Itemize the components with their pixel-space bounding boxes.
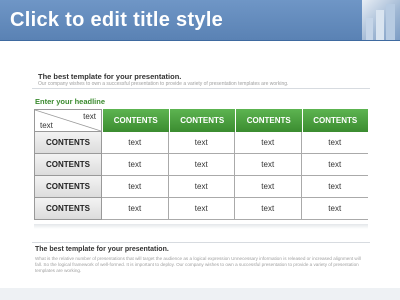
intro-text: Our company wishes to own a successful p… — [38, 81, 289, 87]
table-cell: text — [102, 198, 169, 220]
table-headline: Enter your headline — [35, 97, 106, 106]
column-header: CONTENTS — [235, 109, 302, 132]
table-cell: text — [102, 132, 169, 154]
row-header: CONTENTS — [34, 154, 102, 176]
title-divider — [0, 40, 400, 41]
row-header: CONTENTS — [34, 132, 102, 154]
table-cell: text — [235, 198, 302, 220]
table-cell: text — [301, 198, 368, 220]
table-corner-cell: text text — [34, 109, 102, 132]
footer-divider — [32, 242, 370, 243]
contents-table: text text CONTENTS CONTENTS CONTENTS CON… — [34, 109, 368, 220]
intro-divider — [32, 88, 370, 89]
table-cell: text — [168, 132, 235, 154]
table-cell: text — [168, 154, 235, 176]
footer-text: What is the relative number of presentat… — [35, 256, 361, 273]
table-cell: text — [235, 132, 302, 154]
corner-label-bottom: text — [40, 121, 53, 130]
row-header: CONTENTS — [34, 176, 102, 198]
table-row: CONTENTS text text text text — [34, 154, 368, 176]
corner-label-top: text — [83, 112, 96, 121]
table-cell: text — [235, 176, 302, 198]
row-header: CONTENTS — [34, 198, 102, 220]
table-cell: text — [301, 154, 368, 176]
table-cell: text — [168, 176, 235, 198]
column-header: CONTENTS — [301, 109, 368, 132]
column-header: CONTENTS — [168, 109, 235, 132]
table-cell: text — [301, 132, 368, 154]
building-image — [362, 0, 400, 40]
column-header: CONTENTS — [102, 109, 169, 132]
footer-heading: The best template for your presentation. — [35, 246, 169, 253]
title-bar: Click to edit title style — [0, 0, 400, 40]
table-cell: text — [168, 198, 235, 220]
table-cell: text — [235, 154, 302, 176]
table-row: CONTENTS text text text text — [34, 132, 368, 154]
table-shadow — [34, 224, 368, 229]
table-row: CONTENTS text text text text — [34, 198, 368, 220]
intro-heading: The best template for your presentation. — [38, 72, 182, 81]
table-cell: text — [102, 176, 169, 198]
table-header-row: text text CONTENTS CONTENTS CONTENTS CON… — [34, 109, 368, 132]
bottom-bar — [0, 288, 400, 300]
table-cell: text — [102, 154, 169, 176]
table-row: CONTENTS text text text text — [34, 176, 368, 198]
table-cell: text — [301, 176, 368, 198]
slide-title[interactable]: Click to edit title style — [10, 9, 223, 32]
